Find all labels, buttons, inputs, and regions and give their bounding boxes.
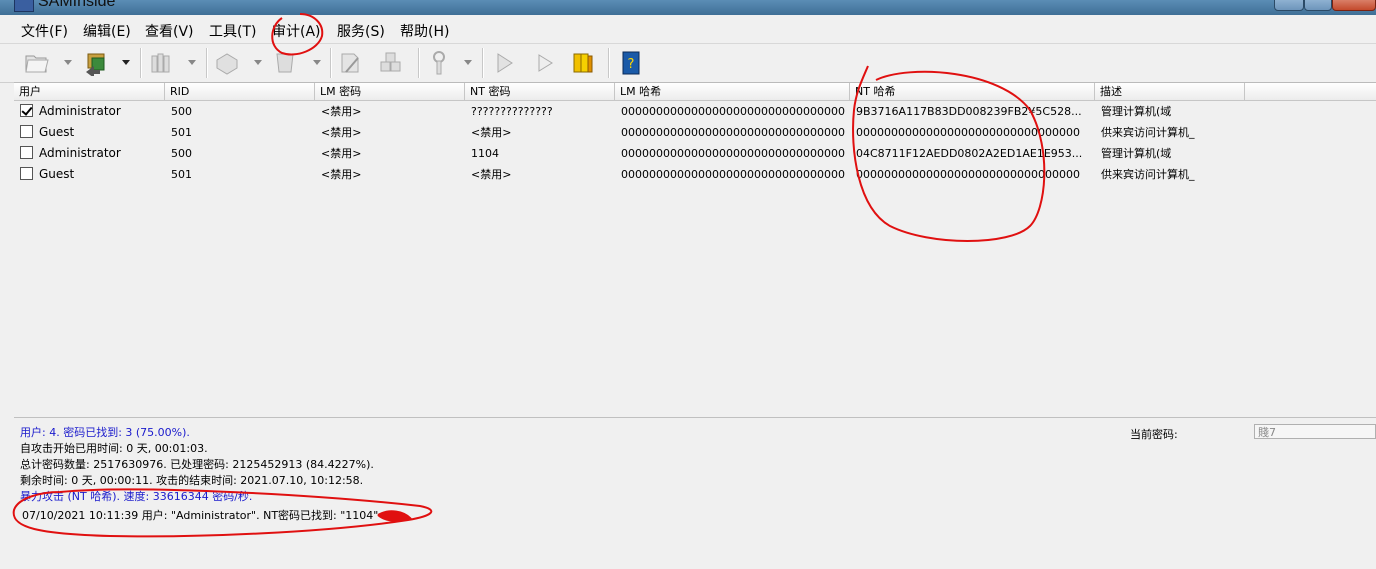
status-panel: 用户: 4. 密码已找到: 3 (75.00%). 自攻击开始已用时间: 0 天…	[14, 417, 1376, 569]
menu-edit[interactable]: 编辑(E)	[83, 21, 131, 41]
print-icon[interactable]	[214, 50, 240, 76]
computers-icon[interactable]	[378, 50, 404, 76]
log-line: 07/10/2021 10:11:39 用户: "Administrator".…	[22, 509, 379, 522]
list-rows: Administrator 500 <禁用> ?????????????? 00…	[14, 101, 1376, 185]
cell-nt-hash: 04C8711F12AEDD0802A2ED1AE1E953...	[856, 147, 1083, 160]
column-lm-password[interactable]: LM 密码	[315, 83, 465, 100]
play-icon[interactable]	[532, 50, 558, 76]
cell-lm-hash: 00000000000000000000000000000000	[621, 126, 845, 139]
cell-nt-hash: 00000000000000000000000000000000	[856, 126, 1080, 139]
column-nt-password[interactable]: NT 密码	[465, 83, 615, 100]
column-rid[interactable]: RID	[165, 83, 315, 100]
table-row[interactable]: Administrator 500 <禁用> 1104 000000000000…	[14, 143, 1376, 164]
users-icon[interactable]	[148, 50, 174, 76]
column-description[interactable]: 描述	[1095, 83, 1245, 100]
menu-bar: 文件(F) 编辑(E) 查看(V) 工具(T) 审计(A) 服务(S) 帮助(H…	[0, 15, 1376, 44]
menu-help[interactable]: 帮助(H)	[400, 21, 449, 41]
help-book-icon[interactable]: ?	[618, 50, 644, 76]
cell-nt-password: ??????????????	[471, 105, 553, 118]
open-folder-icon[interactable]	[24, 50, 50, 76]
back-icon[interactable]	[492, 50, 518, 76]
accounts-list: 用户 RID LM 密码 NT 密码 LM 哈希 NT 哈希 描述 Admini…	[14, 82, 1376, 417]
delete-icon[interactable]	[272, 50, 298, 76]
close-button[interactable]	[1332, 0, 1376, 11]
menu-view[interactable]: 查看(V)	[145, 21, 194, 41]
minimize-button[interactable]	[1274, 0, 1304, 11]
cell-nt-hash: 9B3716A117B83DD008239FB2¥5C528...	[856, 105, 1082, 118]
cell-lm-hash: 00000000000000000000000000000000	[621, 168, 845, 181]
cell-user: Guest	[39, 167, 75, 181]
cell-lm-hash: 00000000000000000000000000000000	[621, 147, 845, 160]
app-icon	[14, 0, 34, 12]
maximize-button[interactable]	[1304, 0, 1332, 11]
menu-file[interactable]: 文件(F)	[21, 21, 68, 41]
log-line: 总计密码数量: 2517630976. 已处理密码: 2125452913 (8…	[20, 458, 374, 471]
chevron-down-icon[interactable]	[122, 60, 130, 65]
chevron-down-icon[interactable]	[313, 60, 321, 65]
cell-user: Administrator	[39, 104, 121, 118]
column-lm-hash[interactable]: LM 哈希	[615, 83, 850, 100]
cell-nt-password: <禁用>	[471, 126, 512, 139]
current-password-label: 当前密码:	[1130, 428, 1178, 441]
current-password-field: 賤7	[1254, 424, 1376, 439]
toolbar: ?	[0, 44, 1376, 83]
list-header: 用户 RID LM 密码 NT 密码 LM 哈希 NT 哈希 描述	[14, 83, 1376, 101]
title-bar: SAMInside	[0, 0, 1376, 15]
table-row[interactable]: Administrator 500 <禁用> ?????????????? 00…	[14, 101, 1376, 122]
cell-description: 供来宾访问计算机_	[1101, 168, 1195, 181]
window-title: SAMInside	[38, 0, 116, 10]
svg-text:?: ?	[628, 57, 635, 72]
books-icon[interactable]	[570, 50, 596, 76]
audit-icon[interactable]	[338, 50, 364, 76]
chevron-down-icon[interactable]	[464, 60, 472, 65]
cell-rid: 501	[171, 168, 192, 181]
menu-tools[interactable]: 工具(T)	[209, 21, 256, 41]
import-icon[interactable]	[84, 50, 110, 76]
column-filler	[1245, 83, 1376, 100]
table-row[interactable]: Guest 501 <禁用> <禁用> 00000000000000000000…	[14, 122, 1376, 143]
cell-lm-password: <禁用>	[321, 126, 362, 139]
cell-lm-hash: 00000000000000000000000000000000	[621, 105, 845, 118]
cell-description: 管理计算机(域	[1101, 105, 1172, 118]
cell-lm-password: <禁用>	[321, 105, 362, 118]
column-nt-hash[interactable]: NT 哈希	[850, 83, 1095, 100]
log-line: 自攻击开始已用时间: 0 天, 00:01:03.	[20, 442, 208, 455]
menu-audit[interactable]: 审计(A)	[272, 21, 321, 41]
cell-rid: 501	[171, 126, 192, 139]
cell-nt-password: 1104	[471, 147, 499, 160]
cell-user: Administrator	[39, 146, 121, 160]
log-line: 用户: 4. 密码已找到: 3 (75.00%).	[20, 426, 190, 439]
column-user[interactable]: 用户	[14, 83, 165, 100]
tools-icon[interactable]	[426, 50, 452, 76]
log-line: 剩余时间: 0 天, 00:00:11. 攻击的结束时间: 2021.07.10…	[20, 474, 364, 487]
menu-service[interactable]: 服务(S)	[337, 21, 385, 41]
chevron-down-icon[interactable]	[188, 60, 196, 65]
chevron-down-icon[interactable]	[254, 60, 262, 65]
cell-lm-password: <禁用>	[321, 168, 362, 181]
chevron-down-icon[interactable]	[64, 60, 72, 65]
cell-rid: 500	[171, 105, 192, 118]
cell-rid: 500	[171, 147, 192, 160]
cell-lm-password: <禁用>	[321, 147, 362, 160]
cell-nt-password: <禁用>	[471, 168, 512, 181]
cell-user: Guest	[39, 125, 75, 139]
cell-description: 管理计算机(域	[1101, 147, 1172, 160]
log-line: 暴力攻击 (NT 哈希). 速度: 33616344 密码/秒.	[20, 490, 253, 503]
cell-description: 供来宾访问计算机_	[1101, 126, 1195, 139]
table-row[interactable]: Guest 501 <禁用> <禁用> 00000000000000000000…	[14, 164, 1376, 185]
cell-nt-hash: 00000000000000000000000000000000	[856, 168, 1080, 181]
